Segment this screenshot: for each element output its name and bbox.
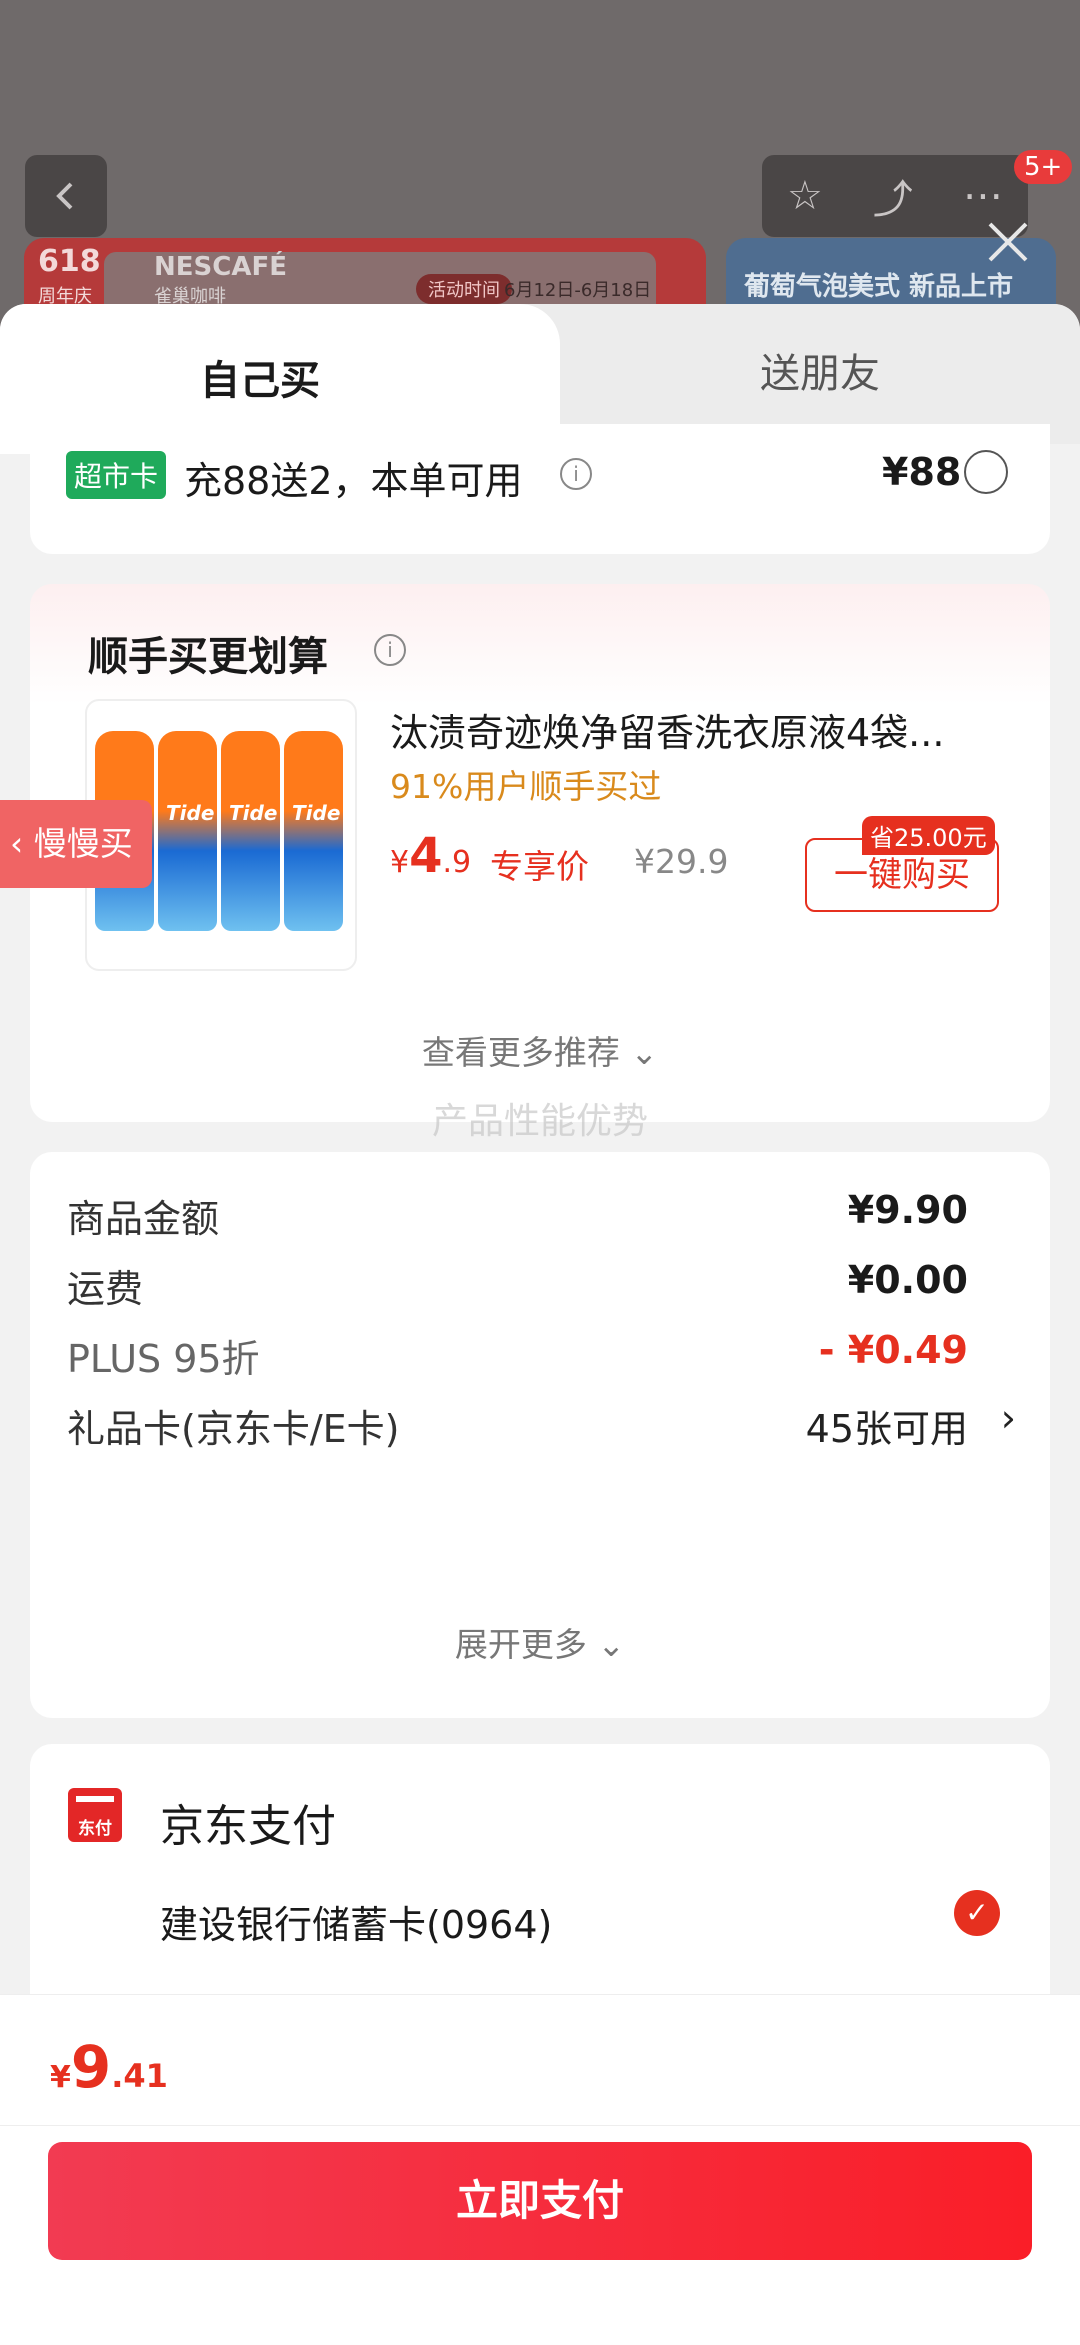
bottle xyxy=(158,731,217,931)
shipping-value: ¥0.00 xyxy=(847,1258,968,1302)
price-currency: ¥ xyxy=(390,845,410,880)
check-icon[interactable]: ✓ xyxy=(954,1890,1000,1936)
star-icon[interactable]: ☆ xyxy=(787,173,823,219)
message-count-badge: 5+ xyxy=(1014,150,1073,184)
plus-discount-value: - ¥0.49 xyxy=(818,1328,968,1372)
shipping-label: 运费 xyxy=(67,1267,144,1311)
recommend-title: 顺手买更划算 xyxy=(88,634,328,680)
bottle xyxy=(221,731,280,931)
payment-title: 京东支付 xyxy=(160,1801,336,1852)
payment-method-card: 东付 京东支付 建设银行储蓄卡(0964) ✓ xyxy=(30,1744,1050,2004)
tab-bar: 自己买 送朋友 xyxy=(0,304,1080,454)
recommend-card: 顺手买更划算 i 汰渍奇迹焕净留香洗衣原液4袋... 91%用户顺手买过 ¥4.… xyxy=(30,584,1050,1122)
tab-self-buy-label: 自己买 xyxy=(200,358,320,404)
promo-radio[interactable] xyxy=(964,450,1008,494)
back-button[interactable] xyxy=(25,155,107,237)
banner-618: 618 xyxy=(38,244,101,279)
product-price: ¥4.9 xyxy=(390,828,471,884)
expand-more-link[interactable]: 展开更多 ⌄ xyxy=(30,1618,1050,1666)
subtotal-label: 商品金额 xyxy=(67,1197,220,1241)
original-price: ¥29.9 xyxy=(634,842,729,881)
gift-card-label: 礼品卡(京东卡/E卡) xyxy=(67,1407,400,1451)
banner-right-text: 葡萄气泡美式 新品上市 xyxy=(744,272,1014,302)
total-currency: ¥ xyxy=(50,2060,71,2095)
total-int: 9 xyxy=(70,2033,112,2101)
product-sub: 91%用户顺手买过 xyxy=(390,767,662,806)
plus-discount-label: PLUS 95折 xyxy=(67,1337,260,1381)
gift-card-value[interactable]: 45张可用 xyxy=(806,1398,968,1453)
promo-price: ¥88 xyxy=(882,450,962,494)
checkout-sheet: 自己买 送朋友 超市卡 充88送2，本单可用 i ¥88 顺手买更划算 i 汰渍… xyxy=(0,304,1080,2004)
slow-buy-tab[interactable]: ‹ 慢慢买 xyxy=(0,800,152,888)
jd-pay-icon-label: 东付 xyxy=(78,1819,112,1839)
banner-dates: 6月12日-6月18日 xyxy=(504,280,652,301)
banner-brand: NESCAFÉ xyxy=(154,252,287,282)
pay-now-button[interactable]: 立即支付 xyxy=(48,2142,1032,2260)
price-dec: .9 xyxy=(442,845,472,880)
divider xyxy=(0,2125,1080,2126)
supermarket-tag: 超市卡 xyxy=(66,451,167,499)
product-name[interactable]: 汰渍奇迹焕净留香洗衣原液4袋... xyxy=(390,702,1020,757)
chevron-left-icon xyxy=(56,182,73,210)
price-label: 专享价 xyxy=(490,847,589,886)
save-amount-tag: 省25.00元 xyxy=(862,816,995,855)
price-int: 4 xyxy=(409,828,443,884)
tab-gift-friend[interactable]: 送朋友 xyxy=(560,304,1080,444)
order-summary-card: 商品金额 ¥9.90 运费 ¥0.00 PLUS 95折 - ¥0.49 礼品卡… xyxy=(30,1152,1050,1718)
watermark: 产品性能优势 xyxy=(431,1101,648,1142)
supermarket-card-promo[interactable]: 超市卡 充88送2，本单可用 i ¥88 xyxy=(30,424,1050,554)
close-icon xyxy=(988,222,1028,262)
jd-pay-icon: 东付 xyxy=(68,1788,122,1842)
total-dec: .41 xyxy=(111,2057,168,2095)
share-icon[interactable]: ⤴ xyxy=(873,167,913,225)
info-icon[interactable]: i xyxy=(374,634,406,666)
close-sheet-button[interactable] xyxy=(978,212,1038,272)
subtotal-value: ¥9.90 xyxy=(847,1188,968,1232)
promo-text: 充88送2，本单可用 xyxy=(184,459,523,503)
bottle xyxy=(284,731,343,931)
banner-activity: 活动时间 xyxy=(416,274,512,304)
jd-pay-icon-bar xyxy=(76,1796,114,1802)
more-recommend-link[interactable]: 查看更多推荐 ⌄ xyxy=(30,1026,1050,1074)
chevron-right-icon[interactable]: › xyxy=(1001,1396,1016,1440)
bank-card-option[interactable]: 建设银行储蓄卡(0964) xyxy=(160,1894,552,1949)
info-icon[interactable]: i xyxy=(560,458,592,490)
total-amount: ¥9.41 xyxy=(50,2033,168,2101)
checkout-footer: ¥9.41 立即支付 xyxy=(0,1994,1080,2345)
slow-buy-label: 慢慢买 xyxy=(33,824,133,863)
